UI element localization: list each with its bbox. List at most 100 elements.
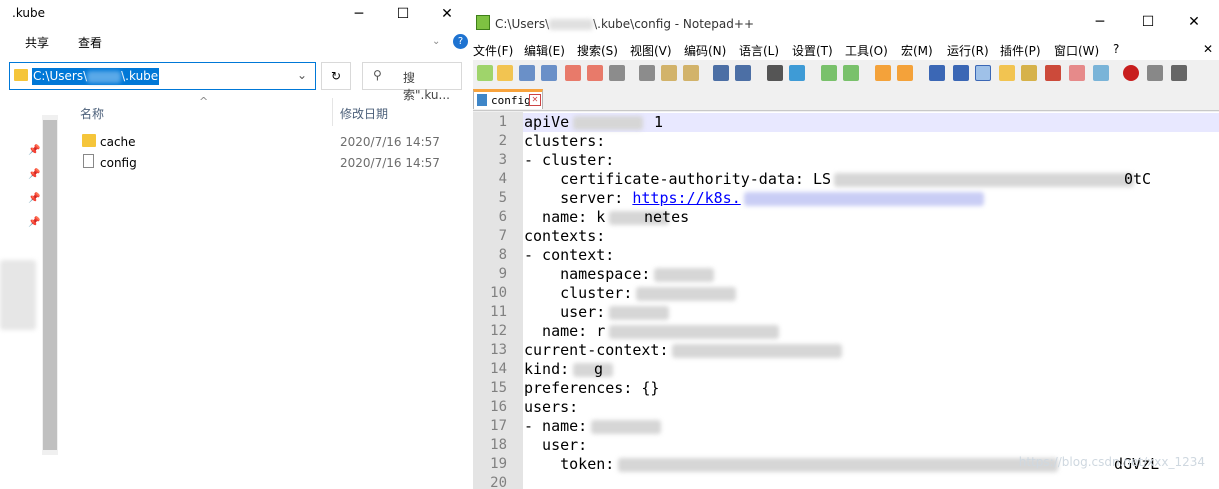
line-number: 6 xyxy=(498,209,507,225)
code-text-tail: netes xyxy=(644,208,690,226)
function-list-icon[interactable] xyxy=(1021,65,1037,81)
npp-tabbar: config ✕ xyxy=(473,86,1219,111)
ribbon-tab-share[interactable]: 共享 xyxy=(25,34,49,51)
menu-file[interactable]: 文件(F) xyxy=(473,42,513,59)
code-text-tail: g xyxy=(594,360,604,378)
npp-toolbar xyxy=(473,60,1219,86)
npp-maximize-button[interactable]: ☐ xyxy=(1125,10,1171,34)
redacted-value xyxy=(591,420,661,434)
find-icon[interactable] xyxy=(767,65,783,81)
code-text-tail: 0tC xyxy=(1124,170,1152,188)
copy-icon[interactable] xyxy=(661,65,677,81)
menu-view[interactable]: 视图(V) xyxy=(630,42,672,59)
save-all-icon[interactable] xyxy=(541,65,557,81)
help-icon[interactable]: ? xyxy=(453,34,468,49)
npp-menubar: 文件(F) 编辑(E) 搜索(S) 视图(V) 编码(N) 语言(L) 设置(T… xyxy=(473,40,1219,60)
menu-plugins[interactable]: 插件(P) xyxy=(1000,42,1041,59)
folder-workspace-icon[interactable] xyxy=(1045,65,1061,81)
code-text: name: r xyxy=(524,322,606,340)
code-line: - cluster: xyxy=(524,151,614,170)
line-number: 2 xyxy=(498,133,507,149)
undo-icon[interactable] xyxy=(713,65,729,81)
column-divider xyxy=(332,98,333,126)
npp-close-button[interactable]: ✕ xyxy=(1171,10,1217,34)
file-date: 2020/7/16 14:57 xyxy=(340,156,440,170)
npp-window-title: C:\Users\ \.kube\config - Notepad++ xyxy=(495,17,754,31)
menu-encoding[interactable]: 编码(N) xyxy=(684,42,726,59)
code-line: namespace: xyxy=(524,265,650,284)
code-text: user: xyxy=(524,303,606,321)
preview-icon[interactable] xyxy=(1093,65,1109,81)
file-row-cache[interactable]: cache 2020/7/16 14:57 xyxy=(78,132,458,152)
menu-language[interactable]: 语言(L) xyxy=(739,42,779,59)
npp-titlebar: C:\Users\ \.kube\config - Notepad++ ─ ☐ ✕ xyxy=(473,0,1219,40)
paste-icon[interactable] xyxy=(683,65,699,81)
replace-icon[interactable] xyxy=(789,65,805,81)
refresh-button[interactable]: ↻ xyxy=(321,62,351,90)
redo-icon[interactable] xyxy=(735,65,751,81)
record-macro-icon[interactable] xyxy=(1123,65,1139,81)
code-line: server: https://k8s. xyxy=(524,189,741,208)
play-macro-icon[interactable] xyxy=(1171,65,1187,81)
explorer-close-button[interactable]: ✕ xyxy=(424,0,470,28)
notepad-plus-plus-window: C:\Users\ \.kube\config - Notepad++ ─ ☐ ✕… xyxy=(473,0,1219,489)
search-box[interactable]: ⚲ 搜索".ku... xyxy=(362,62,462,102)
file-date: 2020/7/16 14:57 xyxy=(340,135,440,149)
file-name: cache xyxy=(100,135,136,149)
ribbon-tab-view[interactable]: 查看 xyxy=(78,34,102,51)
menu-search[interactable]: 搜索(S) xyxy=(577,42,618,59)
zoom-out-icon[interactable] xyxy=(843,65,859,81)
address-dropdown-icon[interactable]: ⌄ xyxy=(297,68,307,82)
monitoring-icon[interactable] xyxy=(1069,65,1085,81)
column-header-modified[interactable]: 修改日期 xyxy=(340,105,388,122)
server-url-link[interactable]: https://k8s. xyxy=(632,189,740,207)
close-all-icon[interactable] xyxy=(587,65,603,81)
chevron-down-icon[interactable]: ⌄ xyxy=(432,36,440,47)
code-text: namespace: xyxy=(524,265,651,283)
code-text: kind: xyxy=(524,360,570,378)
close-document-icon[interactable]: ✕ xyxy=(1203,42,1213,56)
search-icon: ⚲ xyxy=(373,68,382,82)
code-line: - name: xyxy=(524,417,587,436)
npp-editor[interactable]: 1 2 3 4 5 6 7 8 9 10 11 12 13 14 15 16 17 18 19 20 apiVe 1 cl… xyxy=(473,112,1219,489)
close-file-icon[interactable] xyxy=(565,65,581,81)
tab-config[interactable]: config ✕ xyxy=(473,89,543,109)
zoom-in-icon[interactable] xyxy=(821,65,837,81)
watermark: https://blog.csdn.net/xxx_1234 xyxy=(1018,455,1205,469)
word-wrap-icon[interactable] xyxy=(929,65,945,81)
explorer-maximize-button[interactable]: ☐ xyxy=(380,0,426,28)
menu-window[interactable]: 窗口(W) xyxy=(1054,42,1099,59)
explorer-ribbon: 共享 查看 ⌄ ? xyxy=(0,28,473,56)
show-all-characters-icon[interactable] xyxy=(953,65,969,81)
document-map-icon[interactable] xyxy=(999,65,1015,81)
tab-close-icon[interactable]: ✕ xyxy=(529,94,541,106)
file-row-config[interactable]: config 2020/7/16 14:57 xyxy=(78,153,458,173)
sync-vertical-icon[interactable] xyxy=(875,65,891,81)
code-line: kind: xyxy=(524,360,569,379)
new-file-icon[interactable] xyxy=(477,65,493,81)
open-file-icon[interactable] xyxy=(497,65,513,81)
file-icon xyxy=(83,154,94,168)
nav-scrollbar-thumb[interactable] xyxy=(43,120,57,450)
address-bar[interactable]: C:\Users\ \.kube ⌄ xyxy=(9,62,316,90)
menu-tools[interactable]: 工具(O) xyxy=(845,42,888,59)
stop-macro-icon[interactable] xyxy=(1147,65,1163,81)
explorer-minimize-button[interactable]: ─ xyxy=(336,0,382,28)
indent-guide-icon[interactable] xyxy=(975,65,991,81)
notepad-app-icon xyxy=(476,15,490,30)
sync-horizontal-icon[interactable] xyxy=(897,65,913,81)
menu-run[interactable]: 运行(R) xyxy=(947,42,989,59)
redacted-value xyxy=(618,458,1058,472)
print-icon[interactable] xyxy=(609,65,625,81)
refresh-icon: ↻ xyxy=(330,69,342,83)
npp-minimize-button[interactable]: ─ xyxy=(1077,10,1123,34)
menu-settings[interactable]: 设置(T) xyxy=(792,42,833,59)
save-icon[interactable] xyxy=(519,65,535,81)
menu-macro[interactable]: 宏(M) xyxy=(901,42,933,59)
cut-icon[interactable] xyxy=(639,65,655,81)
sort-ascending-icon: ^ xyxy=(199,95,209,108)
menu-edit[interactable]: 编辑(E) xyxy=(524,42,565,59)
menu-help[interactable]: ? xyxy=(1113,42,1119,56)
column-header-name[interactable]: 名称 xyxy=(80,105,104,122)
code-line: certificate-authority-data: LS xyxy=(524,170,831,189)
